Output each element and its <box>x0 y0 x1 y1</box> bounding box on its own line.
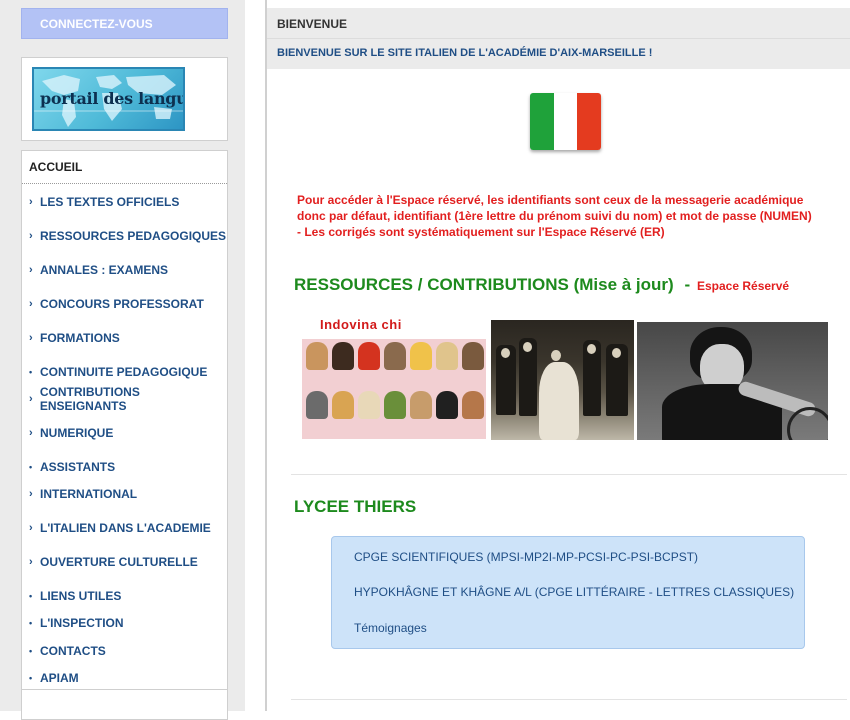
chevron-right-icon: › <box>29 393 33 405</box>
indovina-chi-image[interactable]: Indovina chi <box>301 316 487 440</box>
nav-item-formations[interactable]: › FORMATIONS <box>22 328 227 348</box>
cyclist-woman-photo-image[interactable] <box>637 322 828 440</box>
nav-item-label: LIENS UTILES <box>40 589 122 603</box>
section-divider <box>291 474 847 475</box>
chevron-right-icon: › <box>29 488 33 500</box>
notice-line-2: donc par défaut, identifiant (1ère lettr… <box>297 209 812 223</box>
bullet-icon: • <box>29 618 33 628</box>
bullet-icon: • <box>29 646 33 656</box>
nav-item-les-textes-officiels[interactable]: › LES TEXTES OFFICIELS <box>22 192 227 212</box>
access-notice: Pour accéder à l'Espace réservé, les ide… <box>297 192 842 240</box>
nav-item-continuite-pedagogique[interactable]: • CONTINUITE PEDAGOGIQUE <box>22 362 227 382</box>
flag-white-band <box>553 93 578 150</box>
portail-des-langues-logo[interactable]: portail des langues <box>32 67 185 131</box>
wedding-photo-image[interactable] <box>491 320 634 440</box>
header-divider <box>267 38 850 39</box>
nav-heading-accueil[interactable]: ACCUEIL <box>22 151 227 184</box>
ressources-title-text: RESSOURCES / CONTRIBUTIONS (Mise à jour) <box>294 275 674 294</box>
temoignages-link[interactable]: Témoignages <box>354 621 427 635</box>
nav-item-label: OUVERTURE CULTURELLE <box>40 555 198 569</box>
indovina-chi-title: Indovina chi <box>320 317 402 332</box>
flag-green-band <box>530 93 554 150</box>
page-title: BIENVENUE <box>277 17 348 31</box>
bottom-divider <box>291 699 847 700</box>
nav-item-l-inspection[interactable]: • L'INSPECTION <box>22 613 227 633</box>
flag-red-band <box>577 93 601 150</box>
column-divider <box>265 0 267 711</box>
content-header: BIENVENUE BIENVENUE SUR LE SITE ITALIEN … <box>267 8 850 69</box>
nav-item-liens-utiles[interactable]: • LIENS UTILES <box>22 586 227 606</box>
nav-item-international[interactable]: › INTERNATIONAL <box>22 484 227 504</box>
page-subtitle: BIENVENUE SUR LE SITE ITALIEN DE L'ACADÉ… <box>277 47 653 59</box>
nav-item-label: L'ITALIEN DANS L'ACADEMIE <box>40 521 211 535</box>
login-button[interactable]: CONNECTEZ-VOUS <box>21 8 228 39</box>
bullet-icon: • <box>29 367 33 377</box>
nav-item-label: CONTACTS <box>40 644 106 658</box>
italian-flag-icon <box>530 93 601 150</box>
notice-line-1: Pour accéder à l'Espace réservé, les ide… <box>297 193 804 207</box>
notice-line-3: - Les corrigés sont systématiquement sur… <box>297 225 665 239</box>
sidebar-nav: ACCUEIL › LES TEXTES OFFICIELS › RESSOURCES… <box>21 150 228 720</box>
nav-item-numerique[interactable]: › NUMERIQUE <box>22 423 227 443</box>
nav-item-label: L'INSPECTION <box>40 616 124 630</box>
nav-item-label: RESSOURCES PEDAGOGIQUES <box>40 229 227 243</box>
chevron-right-icon: › <box>29 264 33 276</box>
nav-item-concours-professorat[interactable]: › CONCOURS PROFESSORAT <box>22 294 227 314</box>
bullet-icon: • <box>29 462 33 472</box>
logo-panel: portail des langues <box>21 57 228 141</box>
nav-item-label: CONCOURS PROFESSORAT <box>40 297 204 311</box>
nav-item-label: LES TEXTES OFFICIELS <box>40 195 180 209</box>
nav-item-l-italien-dans-l-academie[interactable]: › L'ITALIEN DANS L'ACADEMIE <box>22 518 227 538</box>
nav-item-label: NUMERIQUE <box>40 426 114 440</box>
chevron-right-icon: › <box>29 230 33 242</box>
nav-item-contributions-enseignants[interactable]: › CONTRIBUTIONS ENSEIGNANTS <box>22 385 227 413</box>
bullet-icon: • <box>29 673 33 683</box>
nav-item-label: CONTRIBUTIONS ENSEIGNANTS <box>39 385 140 413</box>
hypokhagne-link[interactable]: HYPOKHÂGNE ET KHÂGNE A/L (CPGE LITTÉRAIR… <box>354 585 794 599</box>
ressources-dash: - <box>684 275 691 294</box>
nav-item-label: APIAM <box>40 671 79 685</box>
nav-item-label: INTERNATIONAL <box>40 487 138 501</box>
nav-item-assistants[interactable]: • ASSISTANTS <box>22 457 227 477</box>
nav-item-ressources-pedagogiques[interactable]: › RESSOURCES PEDAGOGIQUES <box>22 226 227 246</box>
logo-text: portail des langues <box>40 89 183 108</box>
nav-item-contacts[interactable]: • CONTACTS <box>22 641 227 661</box>
faces-grid <box>302 339 486 439</box>
chevron-right-icon: › <box>29 298 33 310</box>
chevron-right-icon: › <box>29 332 33 344</box>
chevron-right-icon: › <box>29 556 33 568</box>
nav-item-label: CONTINUITE PEDAGOGIQUE <box>40 365 208 379</box>
chevron-right-icon: › <box>29 427 33 439</box>
bullet-icon: • <box>29 591 33 601</box>
nav-divider <box>22 689 227 690</box>
nav-item-annales-examens[interactable]: › ANNALES : EXAMENS <box>22 260 227 280</box>
ressources-title: RESSOURCES / CONTRIBUTIONS (Mise à jour)… <box>294 275 690 295</box>
nav-item-ouverture-culturelle[interactable]: › OUVERTURE CULTURELLE <box>22 552 227 572</box>
nav-item-label: ASSISTANTS <box>40 460 116 474</box>
espace-reserve-link[interactable]: Espace Réservé <box>697 279 789 293</box>
nav-item-label: ANNALES : EXAMENS <box>40 263 169 277</box>
nav-item-label: FORMATIONS <box>40 331 120 345</box>
cpge-scientifiques-link[interactable]: CPGE SCIENTIFIQUES (MPSI-MP2I-MP-PCSI-PC… <box>354 550 698 564</box>
lycee-links-box: CPGE SCIENTIFIQUES (MPSI-MP2I-MP-PCSI-PC… <box>331 536 805 649</box>
chevron-right-icon: › <box>29 522 33 534</box>
nav-item-apiam[interactable]: • APIAM <box>22 668 227 688</box>
lycee-title: LYCEE THIERS <box>294 497 417 516</box>
chevron-right-icon: › <box>29 196 33 208</box>
